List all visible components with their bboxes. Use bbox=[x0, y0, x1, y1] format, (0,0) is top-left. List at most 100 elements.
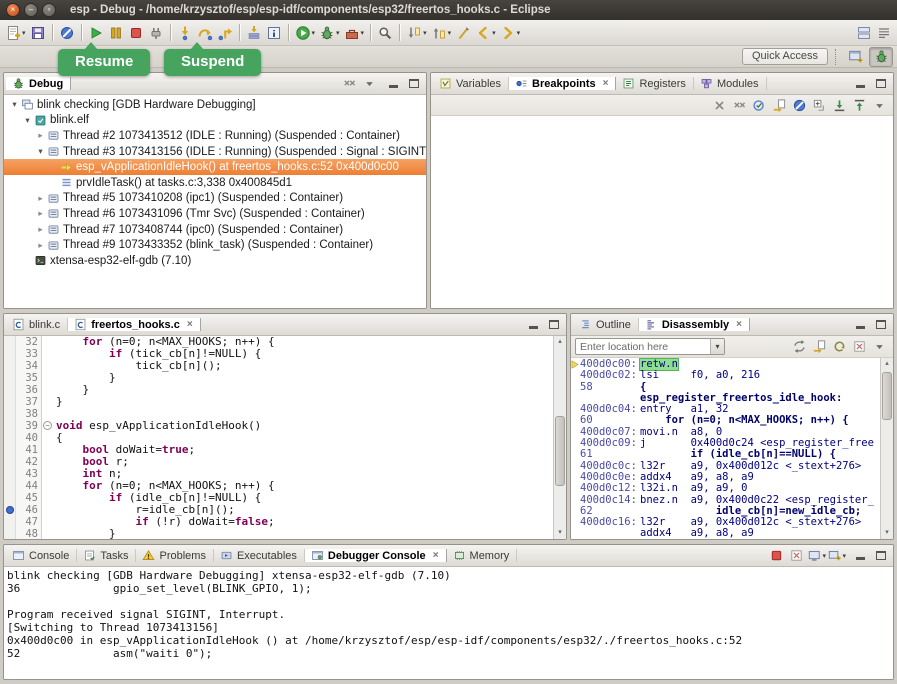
scroll-down-button[interactable]: ▾ bbox=[881, 527, 893, 539]
location-input[interactable]: Enter location here bbox=[576, 341, 710, 353]
clear-button[interactable] bbox=[850, 337, 869, 356]
location-combo[interactable]: Enter location here ▾ bbox=[575, 338, 725, 355]
search-button[interactable] bbox=[375, 22, 395, 44]
disasm-tab-outline[interactable]: Outline bbox=[573, 318, 639, 331]
new-button[interactable]: ▾ bbox=[3, 22, 28, 44]
step-over-button[interactable] bbox=[195, 22, 215, 44]
prev-annotation-button[interactable]: ▾ bbox=[429, 22, 454, 44]
expand-all-button[interactable] bbox=[810, 96, 829, 115]
save-button[interactable] bbox=[28, 22, 48, 44]
step-return-button[interactable] bbox=[215, 22, 235, 44]
run-button[interactable]: ▾ bbox=[293, 22, 318, 44]
debug-button[interactable]: ▾ bbox=[317, 22, 342, 44]
terminate-button[interactable] bbox=[126, 22, 146, 44]
debug-perspective-button[interactable] bbox=[869, 47, 893, 67]
back-button[interactable]: ▾ bbox=[473, 22, 498, 44]
terminate-button[interactable] bbox=[767, 546, 786, 565]
debug-tree-item[interactable]: ▸Thread #6 1073431096 (Tmr Svc) (Suspend… bbox=[4, 206, 426, 222]
folding-ruler[interactable]: − bbox=[42, 336, 53, 539]
code-area[interactable]: for (n=0; n<MAX_HOOKS; n++) { if (tick_c… bbox=[53, 336, 553, 539]
view-menu-button[interactable] bbox=[870, 337, 889, 356]
show-supported-button[interactable] bbox=[750, 96, 769, 115]
right-tab-modules[interactable]: Modules bbox=[694, 77, 767, 90]
expand-arrow-icon[interactable]: ▸ bbox=[34, 224, 47, 235]
refresh-button[interactable] bbox=[830, 337, 849, 356]
right-tab-breakpoints[interactable]: Breakpoints× bbox=[509, 77, 616, 90]
debug-tree-item[interactable]: ▾blink checking [GDB Hardware Debugging] bbox=[4, 97, 426, 113]
annotation-ruler[interactable] bbox=[4, 336, 16, 539]
suspend-button[interactable] bbox=[106, 22, 126, 44]
debug-tree-item[interactable]: ▸Thread #7 1073408744 (ipc0) (Suspended … bbox=[4, 222, 426, 238]
minimize-view-button[interactable] bbox=[852, 317, 869, 333]
resume-button[interactable] bbox=[86, 22, 106, 44]
drop-to-frame-button[interactable] bbox=[244, 22, 264, 44]
forward-button[interactable]: ▾ bbox=[498, 22, 523, 44]
editor-tab-blink-c[interactable]: blink.c bbox=[6, 318, 68, 331]
window-maximize-button[interactable]: ▫ bbox=[42, 3, 56, 17]
maximize-view-button[interactable] bbox=[405, 76, 422, 92]
window-minimize-button[interactable]: – bbox=[24, 3, 38, 17]
remove-button[interactable] bbox=[710, 96, 729, 115]
maximize-view-button[interactable] bbox=[872, 548, 889, 564]
tab-close-icon[interactable]: × bbox=[603, 78, 609, 89]
scroll-down-button[interactable]: ▾ bbox=[554, 527, 566, 539]
disassembly-listing[interactable]: 400d0c00:retw.n400d0c02:lsi f0, a0, 2165… bbox=[571, 358, 880, 539]
window-close-button[interactable]: × bbox=[6, 3, 20, 17]
minimize-view-button[interactable] bbox=[385, 76, 402, 92]
collapse-arrow-icon[interactable]: ▾ bbox=[8, 99, 21, 110]
console-tab-console[interactable]: Console bbox=[6, 549, 77, 562]
expand-arrow-icon[interactable]: ▸ bbox=[34, 130, 47, 141]
breakpoints-list[interactable] bbox=[431, 116, 893, 308]
scroll-up-button[interactable]: ▴ bbox=[881, 358, 893, 370]
disassembly-scrollbar[interactable]: ▴ ▾ bbox=[880, 358, 893, 539]
debug-tree-item[interactable]: ▸Thread #2 1073413512 (IDLE : Running) (… bbox=[4, 128, 426, 144]
breakpoint-marker[interactable] bbox=[6, 506, 14, 514]
view-menu-button[interactable] bbox=[870, 96, 889, 115]
open-console-button[interactable]: ▾ bbox=[827, 546, 846, 565]
disasm-tab-disassembly[interactable]: Disassembly× bbox=[639, 318, 750, 331]
console-tab-tasks[interactable]: Tasks bbox=[77, 549, 136, 562]
console-tab-executables[interactable]: Executables bbox=[214, 549, 305, 562]
next-annotation-button[interactable]: ▾ bbox=[404, 22, 429, 44]
expand-arrow-icon[interactable]: ▸ bbox=[34, 240, 47, 251]
minimize-view-button[interactable] bbox=[852, 548, 869, 564]
quick-access-button[interactable]: Quick Access bbox=[742, 48, 828, 65]
expand-arrow-icon[interactable]: ▸ bbox=[34, 193, 47, 204]
last-edit-button[interactable] bbox=[453, 22, 473, 44]
debug-tree-item[interactable]: xtensa-esp32-elf-gdb (7.10) bbox=[4, 253, 426, 269]
go-to-file-button[interactable] bbox=[810, 337, 829, 356]
scrollbar-thumb[interactable] bbox=[555, 416, 565, 486]
disconnect-button[interactable] bbox=[146, 22, 166, 44]
console-tab-problems[interactable]: Problems bbox=[136, 549, 213, 562]
debug-tree-item[interactable]: ▸Thread #9 1073433352 (blink_task) (Susp… bbox=[4, 237, 426, 253]
display-console-button[interactable]: ▾ bbox=[807, 546, 826, 565]
import-button[interactable] bbox=[830, 96, 849, 115]
export-button[interactable] bbox=[850, 96, 869, 115]
debug-tree-item[interactable]: ▾Thread #3 1073413156 (IDLE : Running) (… bbox=[4, 144, 426, 160]
minimized-views-button[interactable] bbox=[854, 22, 874, 44]
remove-all-button[interactable] bbox=[340, 74, 359, 93]
collapse-arrow-icon[interactable]: ▾ bbox=[34, 146, 47, 157]
right-tab-registers[interactable]: Registers bbox=[616, 77, 693, 90]
open-perspective-button[interactable] bbox=[843, 47, 867, 67]
fold-collapse-icon[interactable]: − bbox=[43, 421, 52, 430]
go-to-file-button[interactable] bbox=[770, 96, 789, 115]
tab-close-icon[interactable]: × bbox=[736, 319, 742, 330]
debug-tree-item[interactable]: ▸Thread #5 1073410208 (ipc1) (Suspended … bbox=[4, 191, 426, 207]
console-output[interactable]: blink checking [GDB Hardware Debugging] … bbox=[4, 567, 893, 679]
console-tab-debugger-console[interactable]: Debugger Console× bbox=[305, 549, 447, 562]
scrollbar-thumb[interactable] bbox=[882, 372, 892, 420]
editor-tab-freertos-hooks-c[interactable]: freertos_hooks.c× bbox=[68, 318, 201, 331]
expand-arrow-icon[interactable]: ▸ bbox=[34, 208, 47, 219]
collapse-arrow-icon[interactable]: ▾ bbox=[21, 115, 34, 126]
step-into-button[interactable] bbox=[175, 22, 195, 44]
debug-tree[interactable]: ▾blink checking [GDB Hardware Debugging]… bbox=[4, 95, 426, 308]
skip-breakpoints-button[interactable] bbox=[57, 22, 77, 44]
maximize-view-button[interactable] bbox=[872, 317, 889, 333]
debug-tree-item[interactable]: prvIdleTask() at tasks.c:3,338 0x400845d… bbox=[4, 175, 426, 191]
tab-close-icon[interactable]: × bbox=[433, 550, 439, 561]
editor-vertical-scrollbar[interactable]: ▴ ▾ bbox=[553, 336, 566, 539]
external-tools-button[interactable]: ▾ bbox=[342, 22, 367, 44]
debug-tree-item[interactable]: esp_vApplicationIdleHook() at freertos_h… bbox=[4, 159, 426, 175]
remove-all-button[interactable] bbox=[730, 96, 749, 115]
